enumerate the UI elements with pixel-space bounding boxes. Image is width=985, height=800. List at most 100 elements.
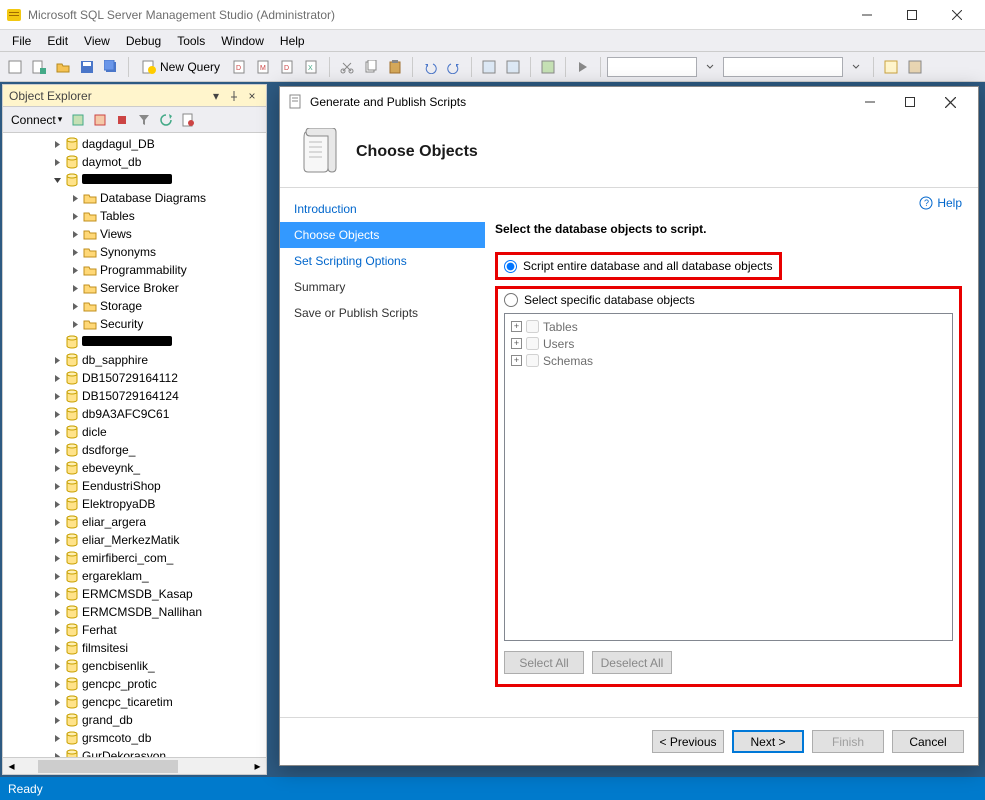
tree-expand-toggle[interactable] [69, 192, 81, 204]
toolbar-navigate-back-button[interactable] [478, 56, 500, 78]
tree-expand-toggle[interactable] [51, 390, 63, 402]
tree-database-node[interactable]: ERMCMSDB_Nallihan [7, 603, 266, 621]
tree-expand-toggle[interactable] [51, 642, 63, 654]
toolbar-find-input[interactable] [723, 57, 843, 77]
object-checkbox[interactable] [526, 337, 539, 350]
dialog-maximize-button[interactable] [890, 89, 930, 115]
menu-file[interactable]: File [4, 32, 39, 50]
tree-database-node[interactable]: DB150729164112 [7, 369, 266, 387]
toolbar-newproject-button[interactable] [4, 56, 26, 78]
expand-toggle[interactable]: + [511, 338, 522, 349]
panel-close-button[interactable]: × [244, 88, 260, 104]
tree-expand-toggle[interactable] [51, 696, 63, 708]
tree-database-node[interactable]: filmsitesi [7, 639, 266, 657]
tree-database-node[interactable]: ebeveynk_ [7, 459, 266, 477]
object-item-users[interactable]: +Users [511, 335, 946, 352]
tree-folder-node[interactable]: Storage [7, 297, 266, 315]
tree-database-node[interactable]: ERMCMSDB_Kasap [7, 585, 266, 603]
tree-folder-node[interactable]: Programmability [7, 261, 266, 279]
toolbar-copy-button[interactable] [360, 56, 382, 78]
toolbar-cut-button[interactable] [336, 56, 358, 78]
script-entire-db-option[interactable]: Script entire database and all database … [495, 252, 782, 280]
horizontal-scrollbar[interactable]: ◂ ▸ [3, 757, 266, 774]
tree-expand-toggle[interactable] [51, 516, 63, 528]
tree-expand-toggle[interactable] [51, 354, 63, 366]
toolbar-additem-button[interactable] [28, 56, 50, 78]
tree-expand-toggle[interactable] [51, 408, 63, 420]
tree-expand-toggle[interactable] [51, 426, 63, 438]
tree-database-node[interactable]: Ferhat [7, 621, 266, 639]
tree-expand-toggle[interactable] [69, 318, 81, 330]
tree-folder-node[interactable]: Security [7, 315, 266, 333]
expand-toggle[interactable]: + [511, 321, 522, 332]
wizard-step-choose-objects[interactable]: Choose Objects [280, 222, 485, 248]
window-maximize-button[interactable] [889, 1, 934, 29]
window-close-button[interactable] [934, 1, 979, 29]
oe-filter-button[interactable] [134, 110, 154, 130]
tree-database-node[interactable]: eliar_MerkezMatik [7, 531, 266, 549]
oe-script-button[interactable] [178, 110, 198, 130]
tree-expand-toggle[interactable] [51, 606, 63, 618]
tree-expand-toggle[interactable] [51, 660, 63, 672]
toolbar-properties-button[interactable] [880, 56, 902, 78]
object-item-tables[interactable]: +Tables [511, 318, 946, 335]
tree-expand-toggle[interactable] [69, 246, 81, 258]
tree-database-node[interactable]: grand_db [7, 711, 266, 729]
expand-toggle[interactable]: + [511, 355, 522, 366]
tree-expand-toggle[interactable] [69, 282, 81, 294]
tree-expand-toggle[interactable] [51, 588, 63, 600]
tree-database-node[interactable]: grsmcoto_db [7, 729, 266, 747]
tree-expand-toggle[interactable] [69, 210, 81, 222]
dialog-close-button[interactable] [930, 89, 970, 115]
tree-database-node[interactable] [7, 333, 266, 351]
wizard-step-save-or-publish-scripts[interactable]: Save or Publish Scripts [280, 300, 485, 326]
tree-expand-toggle[interactable] [51, 480, 63, 492]
menu-edit[interactable]: Edit [39, 32, 76, 50]
tree-database-node[interactable]: gencbisenlik_ [7, 657, 266, 675]
panel-dropdown-button[interactable]: ▾ [208, 88, 224, 104]
scroll-right-arrow[interactable]: ▸ [249, 758, 266, 775]
tree-database-node[interactable]: daymot_db [7, 153, 266, 171]
toolbar-db-dropdown-button[interactable] [699, 56, 721, 78]
dialog-minimize-button[interactable] [850, 89, 890, 115]
tree-database-node[interactable]: EendustriShop [7, 477, 266, 495]
tree-expand-toggle[interactable] [51, 534, 63, 546]
select-specific-radio[interactable] [504, 293, 518, 307]
toolbar-paste-button[interactable] [384, 56, 406, 78]
toolbar-dmxquery-button[interactable]: D [277, 56, 299, 78]
toolbar-saveall-button[interactable] [100, 56, 122, 78]
toolbar-xmlaquery-button[interactable]: X [301, 56, 323, 78]
wizard-step-introduction[interactable]: Introduction [280, 196, 485, 222]
toolbar-redo-button[interactable] [443, 56, 465, 78]
tree-database-node[interactable]: emirfiberci_com_ [7, 549, 266, 567]
tree-expand-toggle[interactable] [51, 732, 63, 744]
tree-expand-toggle[interactable] [51, 174, 63, 186]
tree-database-node[interactable]: ergareklam_ [7, 567, 266, 585]
tree-expand-toggle[interactable] [51, 552, 63, 564]
help-link[interactable]: Help [937, 196, 962, 210]
tree-expand-toggle[interactable] [51, 570, 63, 582]
window-minimize-button[interactable] [844, 1, 889, 29]
menu-debug[interactable]: Debug [118, 32, 169, 50]
tree-expand-toggle[interactable] [51, 336, 63, 348]
toolbar-dbquery-button[interactable]: D [229, 56, 251, 78]
panel-pin-button[interactable] [226, 88, 242, 104]
select-specific-objects-option[interactable]: Select specific database objects [504, 293, 953, 307]
toolbar-registered-servers-button[interactable] [904, 56, 926, 78]
tree-database-node[interactable]: DB150729164124 [7, 387, 266, 405]
oe-stop-button[interactable] [112, 110, 132, 130]
menu-window[interactable]: Window [213, 32, 272, 50]
tree-folder-node[interactable]: Views [7, 225, 266, 243]
tree-expand-toggle[interactable] [69, 300, 81, 312]
tree-database-node[interactable]: ElektropyaDB [7, 495, 266, 513]
toolbar-undo-button[interactable] [419, 56, 441, 78]
menu-tools[interactable]: Tools [169, 32, 213, 50]
tree-database-node[interactable]: gencpc_protic [7, 675, 266, 693]
scroll-thumb[interactable] [38, 760, 178, 773]
object-list[interactable]: +Tables+Users+Schemas [504, 313, 953, 641]
tree-folder-node[interactable]: Tables [7, 207, 266, 225]
tree-database-node[interactable]: dicle [7, 423, 266, 441]
toolbar-mdxquery-button[interactable]: M [253, 56, 275, 78]
object-item-schemas[interactable]: +Schemas [511, 352, 946, 369]
tree-expand-toggle[interactable] [51, 156, 63, 168]
